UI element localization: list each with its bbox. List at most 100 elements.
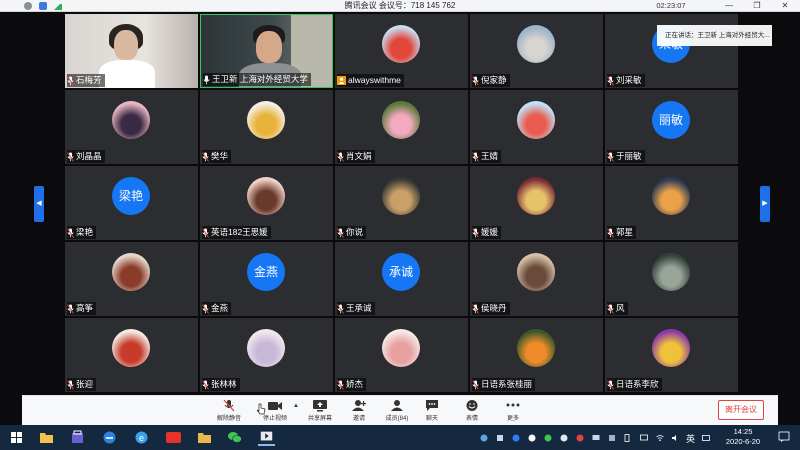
notification-icon[interactable] [778,431,790,443]
participant-tile[interactable]: 倪家静 [470,14,603,88]
participant-tile[interactable]: 高筝 [65,242,198,316]
display-icon[interactable] [640,434,648,442]
mic-muted-icon [607,303,614,314]
participant-tile[interactable]: 樊华 [200,90,333,164]
participant-tile[interactable]: 丽敏 于丽敏 [605,90,738,164]
mic-muted-icon [607,75,614,86]
participant-name-label: 风 [607,302,628,315]
participant-name: 倪家静 [481,75,507,85]
invite-button[interactable]: 邀请 [344,399,374,422]
mic-muted-icon [202,151,209,162]
edge-browser-icon[interactable] [101,429,118,446]
participant-tile[interactable]: 金燕 金燕 [200,242,333,316]
speaking-notice: 正在讲话：王卫新 上海对外经贸大... [657,25,772,46]
participant-tile[interactable]: 承诚王承诚 [335,242,468,316]
internet-explorer-icon[interactable]: e [133,429,150,446]
app-red-icon[interactable] [165,429,182,446]
participant-tile[interactable]: 梁艳 梁艳 [65,166,198,240]
chat-button[interactable]: 聊天 [417,399,447,422]
avatar [247,101,285,139]
share-screen-button[interactable]: 共享屏幕 [305,399,335,422]
store-icon[interactable] [69,429,86,446]
tray-display-icon[interactable] [592,434,600,442]
avatar [517,25,555,63]
battery-icon[interactable] [624,434,632,442]
more-button[interactable]: 更多 [498,399,528,422]
mic-muted-icon [472,379,479,390]
leave-meeting-button[interactable]: 离开会议 [718,400,764,420]
video-options-caret-icon[interactable]: ▲ [293,403,299,409]
share-screen-label: 共享屏幕 [307,416,332,422]
wifi-icon[interactable] [656,434,664,442]
tray-network-icon[interactable] [608,434,616,442]
mic-muted-icon [472,227,479,238]
next-page-button[interactable]: ▶ [760,186,770,222]
participant-tile[interactable]: 王卫新 上海对外经贸大学 [200,14,333,88]
participant-name-label: 倪家静 [472,74,510,87]
title-bar: 腾讯会议 会议号：718 145 762 02:23:07 — ❐ ✕ [0,0,800,12]
unmute-button[interactable]: 解除静音 [214,399,244,422]
avatar: 承诚 [382,253,420,291]
participant-name-label: 石梅芳 [67,74,105,87]
system-clock[interactable]: 14:25 2020-6-20 [716,427,770,447]
avatar [382,329,420,367]
mic-muted-icon [472,151,479,162]
mic-muted-icon [607,151,614,162]
mic-muted-icon [472,303,479,314]
participant-tile[interactable]: 郭星 [605,166,738,240]
tray-chat-icon[interactable] [560,434,568,442]
smiley-icon [466,400,478,411]
participant-tile[interactable]: 侯晓丹 [470,242,603,316]
participant-name: 张迎 [76,379,94,389]
tray-app-icon[interactable] [480,434,488,442]
participant-tile[interactable]: 媛媛 [470,166,603,240]
participant-tile[interactable]: 你说 [335,166,468,240]
tray-qq-icon[interactable] [528,434,536,442]
participant-tile[interactable]: 英语182王思媛 [200,166,333,240]
add-user-icon [352,400,366,411]
participant-tile[interactable]: 娇杰 [335,318,468,392]
reactions-button[interactable]: 表情 [457,399,487,422]
participant-name: 王承诚 [346,303,372,313]
members-button[interactable]: 成员(84) [382,399,412,422]
tray-pen-icon[interactable] [496,434,504,442]
restore-icon[interactable]: ❐ [744,0,770,12]
participant-tile[interactable]: alwayswithme [335,14,468,88]
file-explorer-icon[interactable] [38,429,55,446]
minimize-icon[interactable]: — [716,0,742,12]
participant-tile[interactable]: 张林林 [200,318,333,392]
participant-tile[interactable]: 风 [605,242,738,316]
tray-wechat-icon[interactable] [544,434,552,442]
participant-name: 高筝 [76,303,94,313]
tray-security-icon[interactable] [576,434,584,442]
volume-icon[interactable] [671,434,679,442]
participant-name: 日语系张桂丽 [481,379,533,389]
windows-start-icon[interactable] [8,429,25,446]
participant-tile[interactable]: 肖文娟 [335,90,468,164]
folder-icon[interactable] [196,429,213,446]
tray-tencent-icon[interactable] [512,434,520,442]
participant-tile[interactable]: 张迎 [65,318,198,392]
keyboard-icon[interactable] [702,434,710,442]
participant-tile[interactable]: 刘晶晶 [65,90,198,164]
participant-tile[interactable]: 日语系李欣 [605,318,738,392]
close-icon[interactable]: ✕ [772,0,798,12]
more-dots-icon [506,403,520,407]
wechat-icon[interactable] [226,429,243,446]
participant-name: 肖文娟 [346,151,372,161]
participant-name: 王婧 [481,151,499,161]
mic-muted-icon [337,379,344,390]
participant-name-label: 日语系李欣 [607,378,662,391]
participant-tile[interactable]: 日语系张桂丽 [470,318,603,392]
svg-text:e: e [139,433,144,443]
mic-muted-icon [337,303,344,314]
participant-name: 石梅芳 [76,75,102,85]
participant-tile[interactable]: 王婧 [470,90,603,164]
tencent-meeting-taskbar-icon[interactable] [258,429,275,446]
input-method-indicator[interactable]: 英 [686,432,695,445]
participant-tile[interactable]: 石梅芳 [65,14,198,88]
mic-muted-icon [67,303,74,314]
prev-page-button[interactable]: ◀ [34,186,44,222]
mic-muted-icon [607,379,614,390]
stop-video-button[interactable]: 停止视频 [260,399,290,422]
